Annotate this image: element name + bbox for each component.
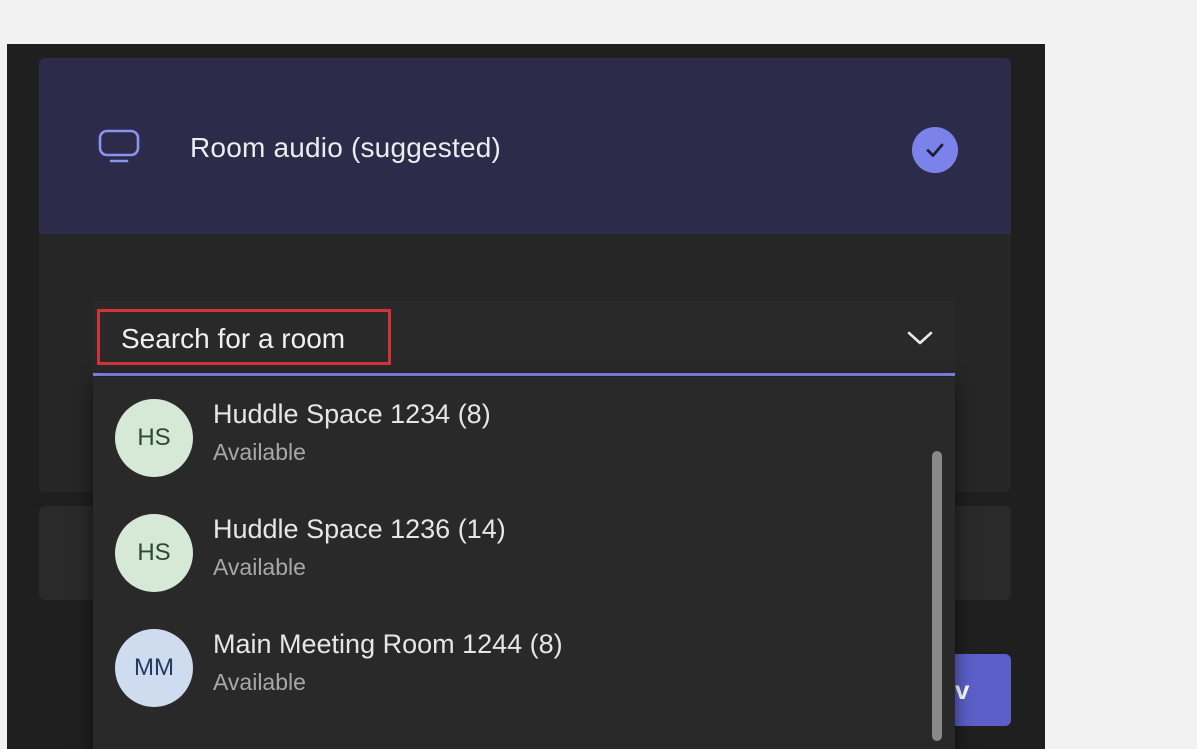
room-audio-label: Room audio (suggested) bbox=[190, 132, 502, 163]
room-status: Available bbox=[213, 669, 306, 695]
room-suggestions-list: HS Huddle Space 1234 (8) Available HS Hu… bbox=[93, 377, 955, 749]
chevron-down-icon[interactable] bbox=[905, 328, 935, 348]
room-list-item[interactable]: HS Huddle Space 1234 (8) Available bbox=[93, 377, 933, 487]
room-name: Huddle Space 1236 (14) bbox=[213, 514, 506, 544]
room-name: Main Meeting Room 1244 (8) bbox=[213, 629, 563, 659]
room-audio-option[interactable] bbox=[39, 58, 1011, 234]
room-avatar: HS bbox=[115, 399, 193, 477]
checkmark-icon bbox=[926, 143, 944, 157]
room-status: Available bbox=[213, 554, 306, 580]
room-name: Huddle Space 1234 (8) bbox=[213, 399, 491, 429]
audio-settings-window: Room audio (suggested) v HS Huddle Space… bbox=[7, 44, 1045, 749]
room-avatar: HS bbox=[115, 514, 193, 592]
room-list-item[interactable]: HS Huddle Space 1236 (14) Available bbox=[93, 492, 933, 602]
room-display-icon bbox=[98, 129, 140, 163]
selected-checkmark bbox=[912, 127, 958, 173]
list-scrollbar[interactable] bbox=[932, 451, 942, 741]
room-avatar: MM bbox=[115, 629, 193, 707]
room-search-input[interactable] bbox=[121, 320, 381, 358]
room-list-item[interactable]: MM Main Meeting Room 1244 (8) Available bbox=[93, 607, 933, 717]
room-status: Available bbox=[213, 439, 306, 465]
